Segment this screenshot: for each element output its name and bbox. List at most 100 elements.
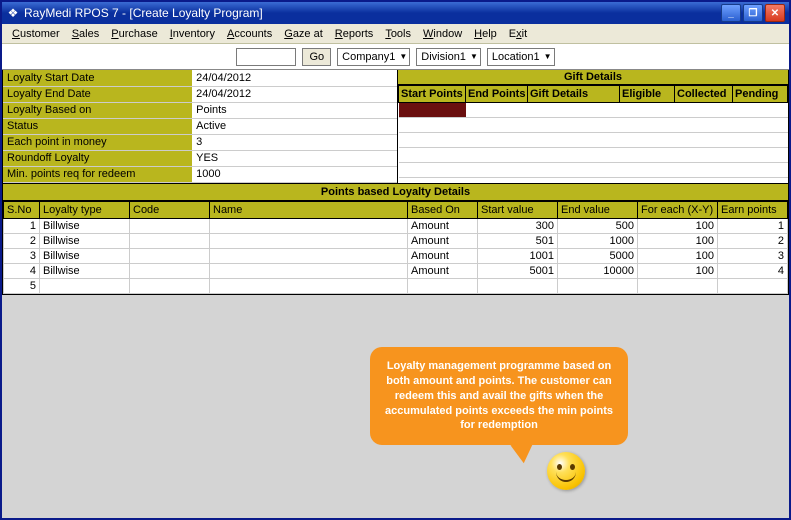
gift-col-header[interactable]: Eligible [620, 86, 675, 103]
gift-col-header[interactable]: Pending [733, 86, 788, 103]
gift-cell[interactable] [528, 133, 620, 148]
points-cell[interactable]: 3 [718, 248, 788, 263]
gift-cell[interactable] [399, 133, 466, 148]
search-input[interactable] [236, 48, 296, 66]
points-cell[interactable] [130, 263, 210, 278]
gift-cell[interactable] [675, 148, 733, 163]
gift-row[interactable] [399, 103, 788, 118]
gift-cell[interactable] [528, 148, 620, 163]
points-col-header[interactable]: Loyalty type [40, 201, 130, 218]
points-cell[interactable]: 5000 [558, 248, 638, 263]
gift-row[interactable] [399, 148, 788, 163]
gift-cell[interactable] [733, 103, 788, 118]
menu-item-sales[interactable]: Sales [66, 26, 106, 42]
points-cell[interactable]: 100 [638, 218, 718, 233]
property-value[interactable]: YES [192, 150, 397, 166]
points-cell[interactable] [130, 233, 210, 248]
points-cell[interactable] [638, 278, 718, 293]
gift-cell[interactable] [399, 103, 466, 118]
property-value[interactable]: 3 [192, 134, 397, 150]
points-row[interactable]: 5 [4, 278, 788, 293]
points-cell[interactable]: Amount [408, 233, 478, 248]
gift-cell[interactable] [466, 118, 528, 133]
points-cell[interactable] [210, 278, 408, 293]
gift-cell[interactable] [733, 148, 788, 163]
gift-cell[interactable] [675, 118, 733, 133]
points-col-header[interactable]: Name [210, 201, 408, 218]
points-cell[interactable]: Amount [408, 263, 478, 278]
gift-cell[interactable] [675, 133, 733, 148]
gift-row[interactable] [399, 163, 788, 178]
gift-cell[interactable] [675, 163, 733, 178]
gift-cell[interactable] [620, 103, 675, 118]
menu-item-purchase[interactable]: Purchase [105, 26, 163, 42]
points-cell[interactable]: 300 [478, 218, 558, 233]
location-dropdown[interactable]: Location1 ▼ [487, 48, 555, 66]
gift-cell[interactable] [620, 118, 675, 133]
gift-cell[interactable] [399, 118, 466, 133]
property-value[interactable]: Active [192, 118, 397, 134]
points-cell[interactable] [408, 278, 478, 293]
go-button[interactable]: Go [302, 48, 331, 66]
points-cell[interactable] [130, 218, 210, 233]
points-col-header[interactable]: Code [130, 201, 210, 218]
points-cell[interactable]: 5 [4, 278, 40, 293]
points-cell[interactable]: 2 [4, 233, 40, 248]
menu-item-exit[interactable]: Exit [503, 26, 533, 42]
gift-cell[interactable] [733, 118, 788, 133]
points-cell[interactable]: 500 [558, 218, 638, 233]
points-cell[interactable]: 1 [718, 218, 788, 233]
points-cell[interactable]: 100 [638, 233, 718, 248]
points-cell[interactable]: 2 [718, 233, 788, 248]
points-col-header[interactable]: S.No [4, 201, 40, 218]
points-cell[interactable] [210, 263, 408, 278]
menu-item-inventory[interactable]: Inventory [164, 26, 221, 42]
gift-cell[interactable] [466, 133, 528, 148]
points-cell[interactable] [718, 278, 788, 293]
points-cell[interactable]: 1000 [558, 233, 638, 248]
points-cell[interactable]: 3 [4, 248, 40, 263]
points-col-header[interactable]: Start value [478, 201, 558, 218]
menu-item-tools[interactable]: Tools [379, 26, 417, 42]
points-col-header[interactable]: End value [558, 201, 638, 218]
points-cell[interactable]: 100 [638, 263, 718, 278]
gift-col-header[interactable]: Start Points [399, 86, 466, 103]
gift-cell[interactable] [733, 163, 788, 178]
points-col-header[interactable]: For each (X-Y) [638, 201, 718, 218]
points-cell[interactable] [130, 248, 210, 263]
points-cell[interactable]: 1001 [478, 248, 558, 263]
points-cell[interactable]: Amount [408, 218, 478, 233]
menu-item-customer[interactable]: Customer [6, 26, 66, 42]
gift-col-header[interactable]: Collected [675, 86, 733, 103]
gift-cell[interactable] [620, 148, 675, 163]
gift-cell[interactable] [620, 133, 675, 148]
menu-item-gaze-at[interactable]: Gaze at [278, 26, 329, 42]
property-value[interactable]: Points [192, 102, 397, 118]
gift-cell[interactable] [528, 118, 620, 133]
points-cell[interactable]: 100 [638, 248, 718, 263]
gift-cell[interactable] [466, 148, 528, 163]
gift-cell[interactable] [399, 148, 466, 163]
gift-cell[interactable] [399, 163, 466, 178]
gift-cell[interactable] [620, 163, 675, 178]
points-cell[interactable]: Billwise [40, 218, 130, 233]
property-value[interactable]: 24/04/2012 [192, 70, 397, 86]
points-cell[interactable]: 4 [718, 263, 788, 278]
gift-cell[interactable] [466, 103, 528, 118]
points-cell[interactable]: 1 [4, 218, 40, 233]
menu-item-accounts[interactable]: Accounts [221, 26, 278, 42]
points-cell[interactable]: Billwise [40, 263, 130, 278]
points-cell[interactable]: 10000 [558, 263, 638, 278]
close-button[interactable]: ✕ [765, 4, 785, 22]
points-row[interactable]: 3BillwiseAmount100150001003 [4, 248, 788, 263]
gift-cell[interactable] [675, 103, 733, 118]
division-dropdown[interactable]: Division1 ▼ [416, 48, 481, 66]
points-cell[interactable]: Billwise [40, 248, 130, 263]
minimize-button[interactable]: _ [721, 4, 741, 22]
points-row[interactable]: 4BillwiseAmount5001100001004 [4, 263, 788, 278]
gift-col-header[interactable]: End Points [466, 86, 528, 103]
gift-row[interactable] [399, 118, 788, 133]
property-value[interactable]: 1000 [192, 166, 397, 182]
points-cell[interactable]: 5001 [478, 263, 558, 278]
points-cell[interactable] [210, 218, 408, 233]
